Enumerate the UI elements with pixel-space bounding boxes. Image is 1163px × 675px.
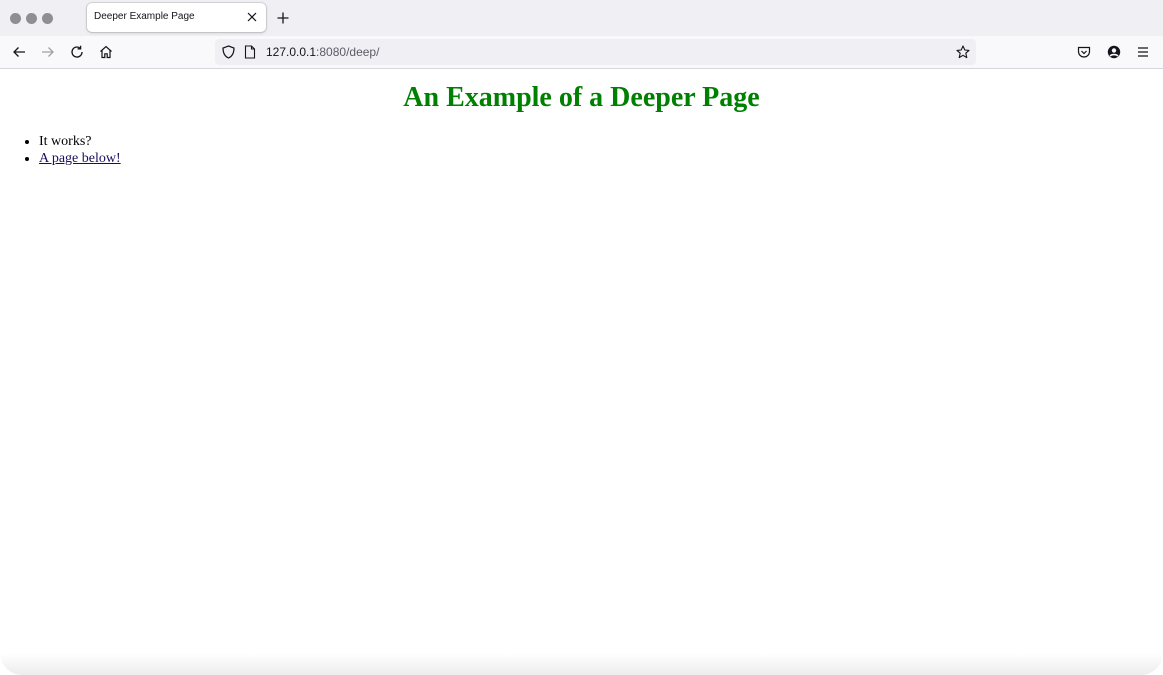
page-icon[interactable] xyxy=(242,44,258,60)
page-title: An Example of a Deeper Page xyxy=(403,82,760,113)
url-bar[interactable]: 127.0.0.1:8080/deep/ xyxy=(215,39,976,65)
browser-window: Deeper Example Page 127.0.0.1:8080/deep/… xyxy=(0,0,1163,675)
account-icon[interactable] xyxy=(1105,43,1123,61)
close-icon[interactable] xyxy=(245,10,259,24)
close-window-button[interactable] xyxy=(10,13,21,24)
page-below-link[interactable]: A page below! xyxy=(39,151,121,166)
url-path: :8080/deep/ xyxy=(316,45,380,59)
url-host: 127.0.0.1 xyxy=(266,45,317,59)
plus-icon[interactable] xyxy=(275,10,291,26)
tab-strip: Deeper Example Page xyxy=(0,0,1163,36)
star-icon[interactable] xyxy=(955,44,971,60)
list-item-text: It works? xyxy=(39,134,92,149)
pocket-icon[interactable] xyxy=(1075,43,1093,61)
minimize-window-button[interactable] xyxy=(26,13,37,24)
navigation-toolbar: 127.0.0.1:8080/deep/ xyxy=(0,36,1163,69)
window-bottom-shadow xyxy=(0,653,1163,675)
home-icon[interactable] xyxy=(97,43,115,61)
zoom-window-button[interactable] xyxy=(42,13,53,24)
tab-active[interactable]: Deeper Example Page xyxy=(87,3,266,32)
tab-title: Deeper Example Page xyxy=(94,11,195,22)
item-list: It works? A page below! xyxy=(0,133,121,167)
shield-icon[interactable] xyxy=(220,44,236,60)
url-text[interactable]: 127.0.0.1:8080/deep/ xyxy=(266,45,379,59)
reload-icon[interactable] xyxy=(68,43,86,61)
hamburger-menu-icon[interactable] xyxy=(1134,43,1152,61)
list-item: It works? xyxy=(39,133,121,150)
page-content: An Example of a Deeper Page It works? A … xyxy=(0,69,1163,675)
arrow-left-icon[interactable] xyxy=(10,43,28,61)
arrow-right-icon[interactable] xyxy=(39,43,57,61)
list-item: A page below! xyxy=(39,150,121,167)
